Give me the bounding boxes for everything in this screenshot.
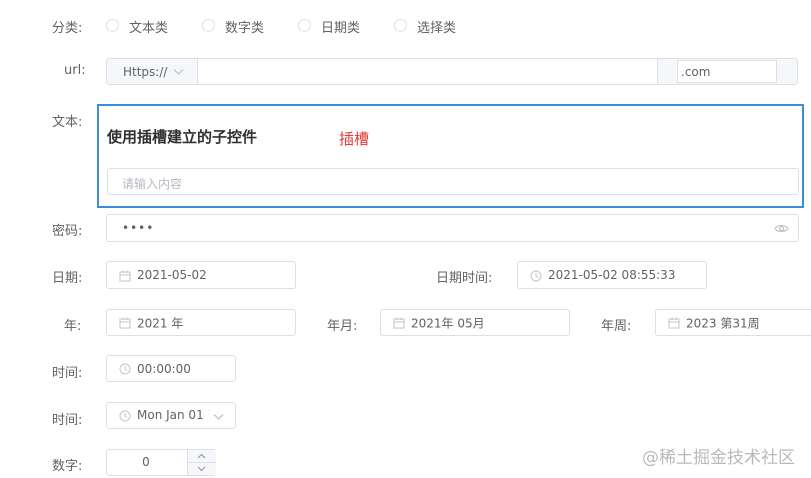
calendar-icon (668, 317, 680, 329)
week-picker[interactable]: 2023 第31周 (655, 309, 811, 336)
slot-highlight-frame: 使用插槽建立的子控件 插槽 请输入内容 (97, 104, 804, 208)
year-value: 2021 年 (137, 316, 184, 330)
week-label: 年周: (601, 319, 632, 334)
number-input[interactable]: 0 (106, 449, 216, 476)
datetime-value: 2021-05-02 08:55:33 (548, 268, 676, 282)
calendar-icon (119, 317, 131, 329)
protocol-select[interactable]: Https:// (106, 58, 198, 85)
url-input[interactable] (197, 58, 658, 85)
slot-title: 使用插槽建立的子控件 (107, 128, 258, 146)
category-label: 分类: (52, 21, 83, 36)
time-select-value: Mon Jan 01 1 (137, 408, 209, 422)
clock-icon (530, 270, 542, 282)
month-label: 年月: (327, 319, 358, 334)
chevron-down-icon (197, 466, 206, 472)
calendar-icon (119, 270, 131, 282)
radio-label-date[interactable]: 日期类 (321, 17, 360, 36)
radio-circle-icon[interactable] (106, 19, 119, 32)
eye-icon[interactable] (774, 223, 789, 234)
radio-circle-icon[interactable] (394, 19, 407, 32)
clock-icon (119, 363, 131, 375)
time-picker[interactable]: 00:00:00 (106, 355, 236, 382)
slot-input-placeholder: 请输入内容 (122, 177, 183, 191)
clock-icon (119, 410, 131, 422)
chevron-up-icon (197, 453, 206, 459)
time-select[interactable]: Mon Jan 01 1 (106, 402, 236, 429)
datetime-picker[interactable]: 2021-05-02 08:55:33 (517, 261, 707, 289)
radio-label-select[interactable]: 选择类 (417, 17, 456, 36)
datetime-label: 日期时间: (436, 271, 493, 286)
slot-text-input[interactable]: 请输入内容 (107, 168, 799, 195)
text-label: 文本: (52, 115, 83, 130)
radio-circle-icon[interactable] (298, 19, 311, 32)
increase-button[interactable] (188, 450, 216, 463)
number-value: 0 (142, 455, 150, 469)
month-picker[interactable]: 2021年 05月 (380, 309, 570, 336)
protocol-select-value: Https:// (123, 65, 168, 79)
year-label: 年: (64, 319, 82, 334)
number-stepper (187, 450, 216, 475)
password-label: 密码: (52, 224, 83, 239)
date-picker[interactable]: 2021-05-02 (106, 261, 296, 289)
url-label: url: (64, 63, 86, 78)
radio-label-number[interactable]: 数字类 (225, 17, 264, 36)
number-label: 数字: (52, 459, 83, 474)
month-value: 2021年 05月 (411, 316, 485, 330)
date-value: 2021-05-02 (137, 268, 207, 282)
password-input[interactable]: •••• (106, 214, 799, 242)
chevron-down-icon (213, 414, 224, 420)
decrease-button[interactable] (188, 463, 216, 475)
password-value: •••• (122, 221, 155, 235)
domain-suffix-append: .com (657, 58, 798, 85)
year-picker[interactable]: 2021 年 (106, 309, 296, 336)
week-value: 2023 第31周 (686, 316, 760, 330)
time-label: 时间: (52, 366, 83, 381)
time-select-label: 时间: (52, 413, 83, 428)
calendar-icon (393, 317, 405, 329)
domain-suffix-input[interactable]: .com (677, 60, 777, 83)
chevron-down-icon (173, 69, 184, 75)
date-label: 日期: (52, 271, 83, 286)
radio-label-text[interactable]: 文本类 (129, 17, 168, 36)
domain-suffix-value: .com (681, 65, 711, 79)
slot-annotation: 插槽 (339, 130, 370, 148)
time-value: 00:00:00 (137, 361, 191, 376)
radio-circle-icon[interactable] (202, 19, 215, 32)
watermark: @稀土掘金技术社区 (642, 448, 795, 468)
